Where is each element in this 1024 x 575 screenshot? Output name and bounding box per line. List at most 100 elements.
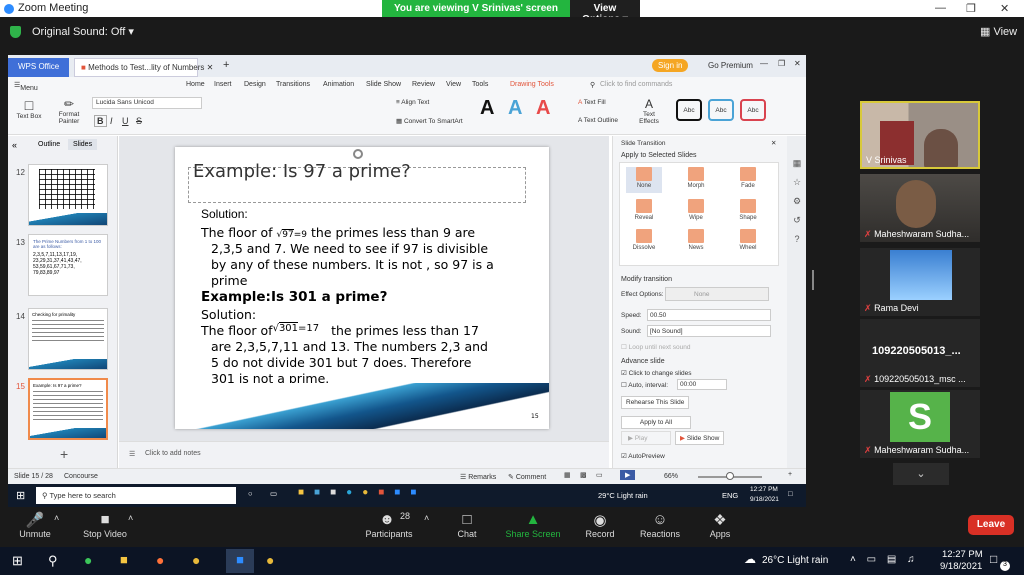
- minimize-icon[interactable]: —: [935, 2, 946, 14]
- tab-outline[interactable]: Outline: [38, 141, 60, 148]
- text-outline-button[interactable]: A Text Outline: [578, 117, 618, 124]
- menu-item-design[interactable]: Design: [244, 81, 266, 88]
- video-options-icon[interactable]: ˄: [128, 513, 133, 523]
- go-premium-link[interactable]: Go Premium: [708, 61, 753, 70]
- unmute-button[interactable]: Unmute: [0, 529, 70, 539]
- resize-handle[interactable]: [812, 270, 814, 290]
- clock-time[interactable]: 12:27 PM: [942, 549, 983, 560]
- collapse-panel-icon[interactable]: «: [12, 140, 17, 150]
- audio-options-icon[interactable]: ˄: [54, 513, 59, 523]
- store-icon[interactable]: ■: [330, 487, 346, 498]
- remarks-button[interactable]: ☰ Remarks: [460, 473, 496, 481]
- close-icon[interactable]: ✕: [1000, 2, 1009, 15]
- apps-icon[interactable]: ❖: [685, 511, 755, 529]
- taskview-icon[interactable]: ▭: [270, 489, 277, 498]
- chat-icon[interactable]: □: [432, 511, 502, 528]
- reading-view-icon[interactable]: ▭: [596, 471, 603, 479]
- shape-style-2[interactable]: Abc: [708, 99, 734, 121]
- original-sound-button[interactable]: Original Sound: Off ▾: [32, 25, 134, 38]
- firefox-icon[interactable]: ●: [156, 552, 164, 568]
- align-text-button[interactable]: ≡ Align Text: [396, 99, 429, 106]
- shape-style-3[interactable]: Abc: [740, 99, 766, 121]
- transition-none[interactable]: None: [626, 167, 662, 193]
- convert-smartart-button[interactable]: ▦ Convert To SmartArt: [396, 117, 463, 125]
- auto-interval-checkbox[interactable]: ☐ Auto, interval:: [621, 381, 668, 389]
- menu-item-drawing-tools[interactable]: Drawing Tools: [510, 81, 554, 88]
- bold-button[interactable]: B: [94, 115, 107, 127]
- zoom-in-icon[interactable]: +: [788, 471, 792, 478]
- maximize-icon[interactable]: ❐: [778, 59, 785, 68]
- menu-item-view[interactable]: View: [446, 81, 461, 88]
- format-painter-button[interactable]: ✏ Format Painter: [54, 97, 84, 125]
- video-tile-maheshwaram-2[interactable]: S ✗ Maheshwaram Sudha...: [860, 390, 980, 458]
- slide-show-button[interactable]: ▶ Slide Show: [675, 431, 725, 445]
- star-icon[interactable]: ☆: [787, 177, 806, 188]
- add-slide-icon[interactable]: +: [60, 446, 68, 462]
- menu-item-transitions[interactable]: Transitions: [276, 81, 310, 88]
- share-screen-icon[interactable]: ▲: [498, 511, 568, 528]
- cortana-icon[interactable]: ○: [248, 489, 253, 498]
- windows-start-icon[interactable]: ⊞: [12, 553, 23, 569]
- sound-select[interactable]: [No Sound]: [647, 325, 771, 337]
- transition-reveal[interactable]: Reveal: [626, 199, 662, 225]
- wps-icon[interactable]: ■: [378, 487, 394, 498]
- transition-wheel[interactable]: Wheel: [730, 229, 766, 255]
- chrome-icon[interactable]: ●: [362, 487, 378, 498]
- windows-start-icon[interactable]: ⊞: [16, 489, 25, 502]
- view-button[interactable]: ▦ View: [980, 25, 1017, 38]
- play-slideshow-icon[interactable]: ▶: [620, 470, 636, 480]
- interval-input[interactable]: 00:00: [677, 379, 727, 390]
- edge-icon[interactable]: ●: [346, 487, 362, 498]
- search-icon[interactable]: ⚲: [48, 553, 58, 569]
- app-icon[interactable]: ■: [394, 487, 410, 498]
- shape-style-1[interactable]: Abc: [676, 99, 702, 121]
- autopreview-checkbox[interactable]: ☑ AutoPreview: [621, 452, 665, 460]
- video-tile-109220505013[interactable]: 109220505013_... ✗ 109220505013_msc ...: [860, 319, 980, 387]
- slide-thumbnail-14[interactable]: Checking for primality: [28, 308, 108, 370]
- current-slide[interactable]: Example: Is 97 a prime? Solution: The fl…: [175, 147, 549, 429]
- menu-item-tools[interactable]: Tools: [472, 81, 488, 88]
- leave-button[interactable]: Leave: [968, 515, 1014, 535]
- speed-input[interactable]: 00.50: [647, 309, 771, 321]
- transition-wipe[interactable]: Wipe: [678, 199, 714, 225]
- zoom-slider-thumb[interactable]: [726, 472, 734, 480]
- participants-icon[interactable]: ☻: [352, 511, 422, 528]
- normal-view-icon[interactable]: ▦: [564, 471, 571, 479]
- wordart-red[interactable]: A: [536, 97, 550, 120]
- slide-thumbnail-15[interactable]: Example: Is 97 a prime?: [28, 378, 108, 440]
- italic-button[interactable]: I: [110, 116, 113, 126]
- underline-button[interactable]: U: [122, 116, 129, 126]
- menu-item-review[interactable]: Review: [412, 81, 435, 88]
- video-tile-maheshwaram[interactable]: ✗ Maheshwaram Sudha...: [860, 174, 980, 242]
- click-change-checkbox[interactable]: ☑ Click to change slides: [621, 369, 692, 377]
- apps-button[interactable]: Apps: [685, 529, 755, 539]
- wordart-black[interactable]: A: [480, 97, 494, 120]
- text-effects-button[interactable]: A Text Effects: [636, 97, 662, 125]
- notes-area[interactable]: ☰ Click to add notes: [119, 441, 609, 468]
- zoom-app-icon[interactable]: ■: [410, 487, 426, 498]
- transition-morph[interactable]: Morph: [678, 167, 714, 193]
- share-screen-button[interactable]: Share Screen: [498, 529, 568, 539]
- video-tile-v-srinivas[interactable]: V Srinivas: [860, 101, 980, 169]
- settings-icon[interactable]: ⚙: [787, 196, 806, 207]
- rotate-handle-icon[interactable]: [353, 149, 363, 159]
- sorter-view-icon[interactable]: ▩: [580, 471, 587, 479]
- tab-slides[interactable]: Slides: [68, 139, 98, 150]
- play-button[interactable]: ▶ Play: [621, 431, 671, 445]
- menu-item-home[interactable]: Home: [186, 81, 205, 88]
- comment-button[interactable]: ✎ Comment: [508, 473, 546, 481]
- sign-in-button[interactable]: Sign in: [652, 59, 689, 72]
- command-search[interactable]: Click to find commands: [600, 81, 672, 88]
- transition-fade[interactable]: Fade: [730, 167, 766, 193]
- scroll-down-button[interactable]: ⌄: [893, 463, 949, 485]
- mail-icon[interactable]: ■: [314, 487, 330, 498]
- folder-icon[interactable]: ■: [298, 487, 314, 498]
- weather-label[interactable]: 26°C Light rain: [762, 555, 828, 566]
- transition-icon[interactable]: ▦: [787, 158, 806, 169]
- video-tile-rama-devi[interactable]: ✗ Rama Devi: [860, 248, 980, 316]
- view-options-button[interactable]: View Options ▾: [569, 0, 640, 25]
- wordart-blue[interactable]: A: [508, 97, 522, 120]
- zoom-taskbar-icon[interactable]: ■: [226, 549, 254, 573]
- transition-news[interactable]: News: [678, 229, 714, 255]
- clock-date[interactable]: 9/18/2021: [940, 561, 982, 572]
